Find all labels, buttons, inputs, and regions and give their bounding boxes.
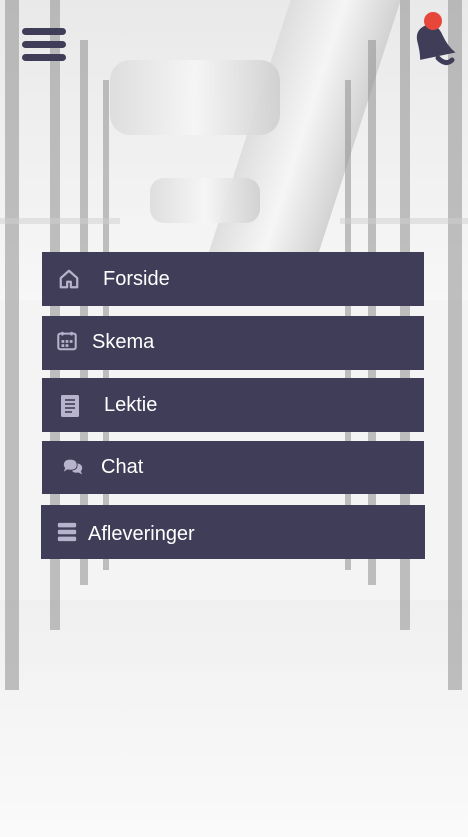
notifications-button[interactable] [408,12,458,68]
menu-item-label: Chat [101,456,144,478]
book-icon [61,395,79,417]
calendar-icon [57,331,77,351]
hamburger-menu-icon[interactable] [22,28,67,62]
menu-item-label: Forside [103,268,170,290]
home-icon [59,269,79,289]
menu-item-skema[interactable]: Skema [42,316,424,370]
menu-item-label: Skema [92,331,155,353]
menu-item-lektie[interactable]: Lektie [42,378,424,432]
menu-item-forside[interactable]: Forside [42,252,424,306]
menu-item-label: Lektie [104,394,158,416]
list-icon [57,522,77,542]
notification-badge [424,12,442,30]
menu-item-label: Afleveringer [88,523,195,545]
menu-item-afleveringer[interactable]: Afleveringer [41,505,425,559]
menu-item-chat[interactable]: Chat [42,441,424,494]
chat-bubbles-icon [63,459,83,475]
